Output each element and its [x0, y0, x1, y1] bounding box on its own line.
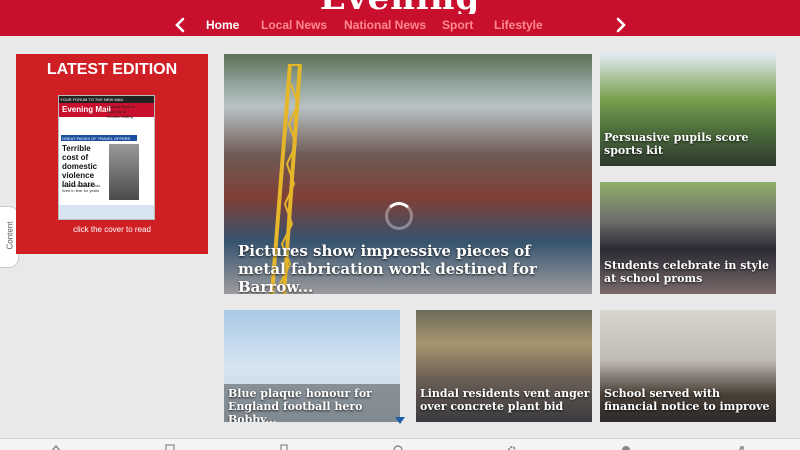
edition-cover[interactable]: YOUR FORUM TO THE NEW MAIL Evening Mail …	[58, 95, 155, 220]
story-card-school-proms[interactable]: Students celebrate in style at school pr…	[600, 182, 776, 294]
loading-spinner-icon	[385, 202, 413, 230]
story-title: Pictures show impressive pieces of metal…	[238, 242, 537, 294]
cover-footer	[59, 205, 154, 219]
tab-local-news[interactable]: Local News	[261, 18, 327, 32]
scroll-down-indicator-icon[interactable]	[395, 417, 405, 424]
story-card-lindal-residents[interactable]: Lindal residents vent anger over concret…	[416, 310, 592, 422]
cover-caption: click the cover to read	[73, 225, 151, 234]
story-title: Students celebrate in style at school pr…	[604, 259, 770, 285]
story-card-main[interactable]: Pictures show impressive pieces of metal…	[224, 54, 592, 294]
settings-gear-icon[interactable]	[506, 441, 518, 450]
latest-edition-panel: LATEST EDITION YOUR FORUM TO THE NEW MAI…	[16, 54, 208, 254]
app-logo: Evening Mail	[300, 0, 500, 14]
info-icon[interactable]	[620, 441, 632, 450]
content-drawer-label: Content	[5, 221, 15, 250]
nav-next-arrow-icon[interactable]	[611, 16, 629, 34]
cover-bar: GREAT PAGES OF TRAVEL OFFERS	[61, 135, 137, 141]
cover-photo	[109, 144, 139, 200]
story-title: School served with financial notice to i…	[604, 387, 770, 413]
nav-prev-arrow-icon[interactable]	[172, 16, 190, 34]
tab-home[interactable]: Home	[206, 18, 239, 32]
pages-icon[interactable]	[278, 441, 290, 450]
cover-subhead: Mum-of-two Ruth has lived in fear for ye…	[62, 183, 101, 193]
tab-lifestyle[interactable]: Lifestyle	[494, 18, 543, 32]
bottom-toolbar	[0, 438, 800, 450]
tab-sport[interactable]: Sport	[442, 18, 473, 32]
story-card-sports-kit[interactable]: Persuasive pupils score sports kit	[600, 54, 776, 166]
cover-strap: YOUR FORUM TO THE NEW MAIL	[59, 96, 154, 103]
latest-edition-heading: LATEST EDITION	[46, 61, 178, 78]
story-title: Persuasive pupils score sports kit	[604, 131, 749, 157]
story-card-blue-plaque[interactable]: Blue plaque honour for England football …	[224, 310, 400, 422]
story-card-school-notice[interactable]: School served with financial notice to i…	[600, 310, 776, 422]
search-icon[interactable]	[392, 441, 404, 450]
home-icon[interactable]	[50, 441, 62, 450]
tab-national-news[interactable]: National News	[344, 18, 426, 32]
story-title: Lindal residents vent anger over concret…	[420, 387, 590, 413]
section-nav: Home Local News National News Sport Life…	[0, 14, 800, 36]
story-title: Blue plaque honour for England football …	[228, 387, 372, 422]
masthead: Evening Mail	[0, 0, 800, 14]
editions-icon[interactable]	[164, 441, 176, 450]
share-icon[interactable]	[734, 441, 746, 450]
cover-promo: Crowds flock to final day of Kendal Call…	[107, 104, 135, 119]
